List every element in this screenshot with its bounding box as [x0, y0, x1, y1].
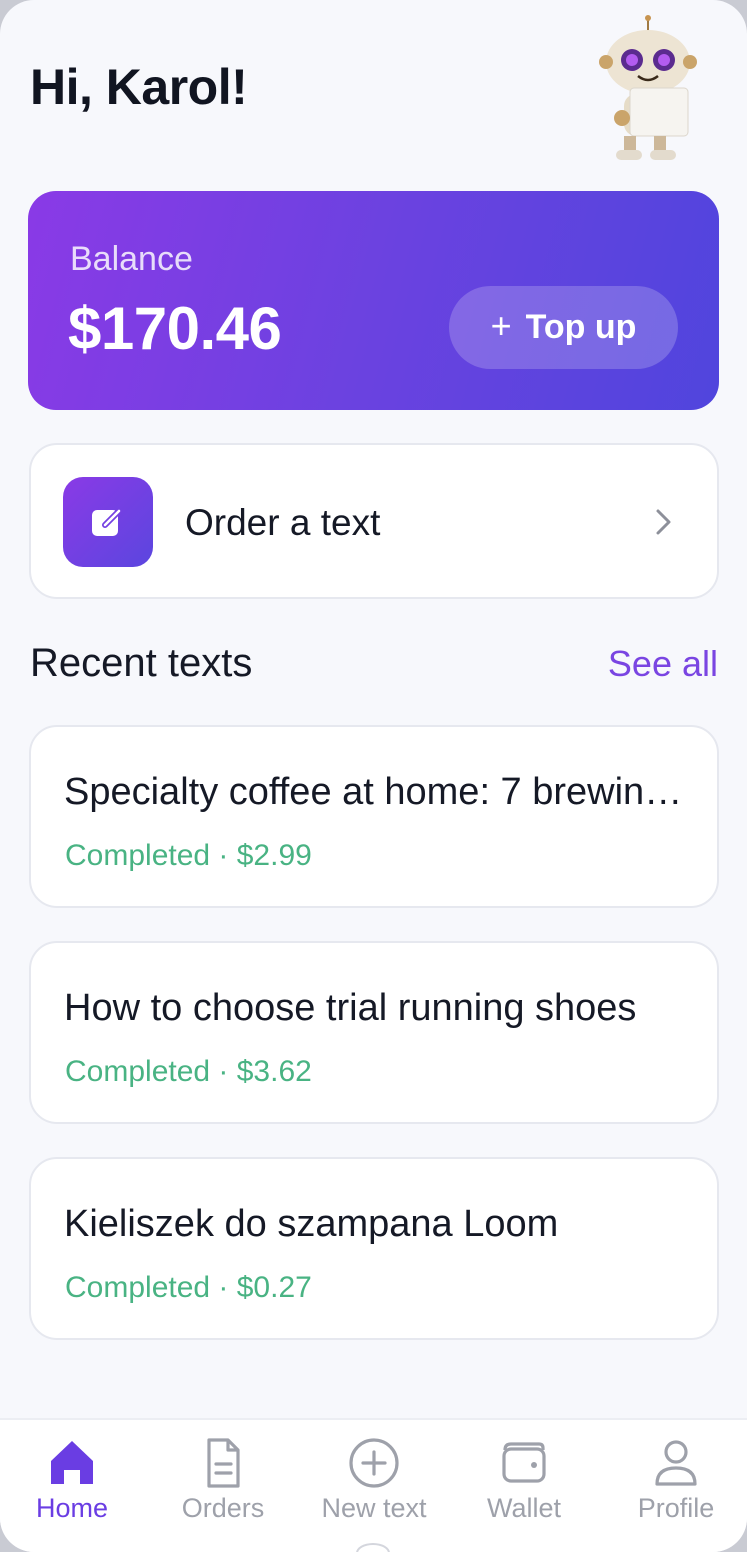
- see-all-link[interactable]: See all: [608, 643, 718, 685]
- balance-card: Balance $170.46 + Top up: [28, 191, 719, 410]
- plus-circle-icon: [349, 1438, 399, 1488]
- recent-text-card[interactable]: Kieliszek do szampana Loom Completed · $…: [29, 1157, 719, 1340]
- chevron-right-icon: [656, 509, 671, 535]
- tab-wallet-label: Wallet: [486, 1493, 561, 1523]
- recent-text-status: Completed · $2.99: [65, 839, 312, 872]
- greeting-heading: Hi, Karol!: [30, 59, 248, 115]
- balance-amount: $170.46: [68, 295, 282, 362]
- tab-home-label: Home: [35, 1493, 109, 1523]
- edit-square-icon: [63, 477, 153, 567]
- tab-profile-label: Profile: [637, 1493, 715, 1523]
- wallet-icon: [502, 1442, 546, 1483]
- tab-orders[interactable]: Orders: [148, 1420, 298, 1552]
- house-icon: [51, 1441, 93, 1484]
- recent-text-status: Completed · $0.27: [65, 1271, 312, 1304]
- document-icon: [207, 1438, 240, 1488]
- recent-text-card[interactable]: How to choose trial running shoes Comple…: [29, 941, 719, 1124]
- tab-new-text-label: New text: [321, 1493, 427, 1523]
- order-text-button[interactable]: Order a text: [29, 443, 719, 599]
- bottom-tab-bar: Home Orders New text Wallet Profile: [0, 1418, 747, 1552]
- recent-text-title: Specialty coffee at home: 7 brewing meth…: [64, 771, 694, 813]
- home-screen: Hi, Karol! Balance $170.46 + Top up Orde…: [0, 0, 747, 1552]
- person-icon: [655, 1440, 697, 1486]
- recent-text-card[interactable]: Specialty coffee at home: 7 brewing meth…: [29, 725, 719, 908]
- recent-text-status: Completed · $3.62: [65, 1055, 312, 1088]
- top-up-label: Top up: [525, 308, 637, 346]
- balance-label: Balance: [70, 240, 193, 278]
- tab-orders-label: Orders: [181, 1493, 265, 1523]
- order-text-label: Order a text: [185, 502, 381, 543]
- tab-profile[interactable]: Profile: [601, 1420, 747, 1552]
- recent-text-title: How to choose trial running shoes: [64, 987, 637, 1029]
- plus-icon: +: [490, 304, 512, 346]
- tab-home[interactable]: Home: [0, 1420, 147, 1552]
- recent-text-title: Kieliszek do szampana Loom: [64, 1203, 559, 1245]
- tab-wallet[interactable]: Wallet: [449, 1420, 599, 1552]
- robot-mascot-icon: [599, 15, 697, 160]
- recent-texts-heading: Recent texts: [30, 641, 253, 685]
- top-up-button[interactable]: + Top up: [449, 286, 678, 369]
- tab-new-text[interactable]: New text: [299, 1420, 449, 1552]
